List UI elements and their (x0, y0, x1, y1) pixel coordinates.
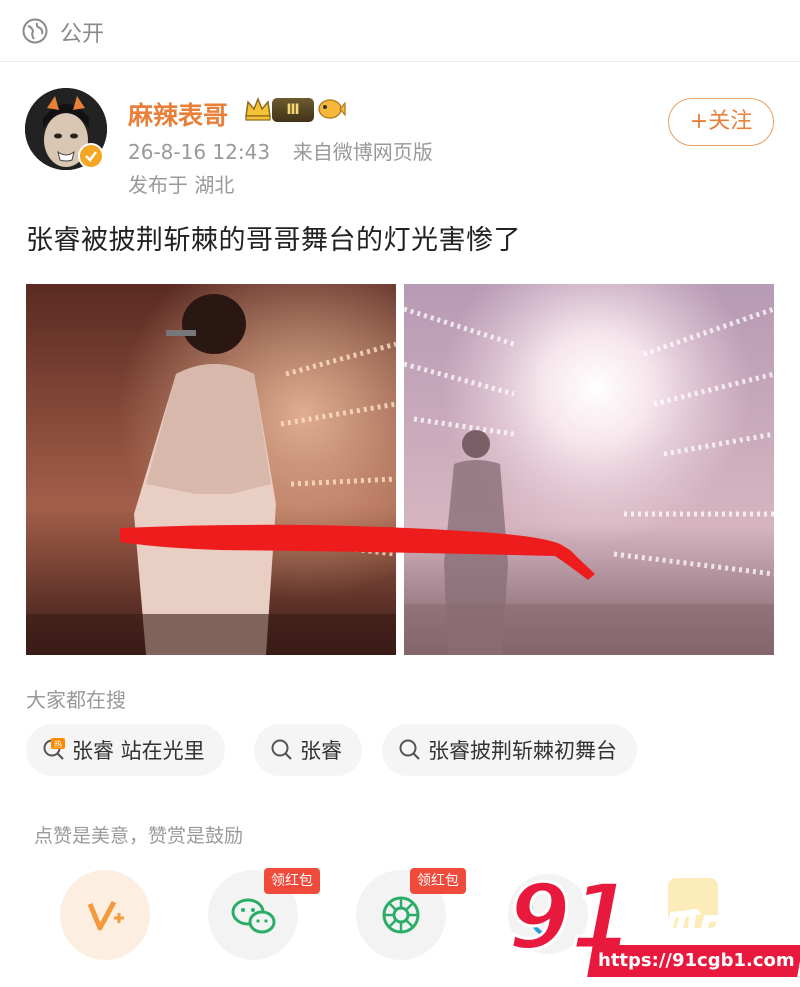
hot-search-icon: 热 (43, 738, 65, 760)
svg-text:热: 热 (54, 739, 62, 749)
weibo-v-reward-button[interactable] (60, 870, 150, 960)
fish-badge-icon (318, 99, 346, 119)
redpack-badge: 领红包 (264, 868, 320, 894)
redaction-mark (120, 524, 595, 580)
redpack-badge: 领红包 (410, 868, 466, 894)
post-location: 发布于 湖北 (128, 173, 235, 197)
reward-prompt: 点赞是美意，赞赏是鼓励 (34, 825, 244, 847)
post-text: 张睿被披荆斩棘的哥哥舞台的灯光害惨了 (26, 225, 521, 256)
post-image-2[interactable] (404, 284, 774, 655)
crown-icon (245, 96, 271, 121)
author-name[interactable]: 麻辣表哥 (128, 96, 228, 132)
post-meta: 26-8-16 12:43 来自微博网页版 (128, 136, 433, 165)
visibility-label: 公开 (60, 22, 105, 47)
follow-button[interactable]: +关注 (668, 98, 774, 146)
hot-search-chip-1[interactable]: 热 张睿 站在光里 (26, 724, 225, 776)
globe-icon (22, 18, 48, 44)
hot-search-chip-2[interactable]: 张睿 (254, 724, 362, 776)
hot-search-label: 张睿 站在光里 (72, 739, 205, 763)
level-badge: Ⅲ (272, 98, 314, 122)
post-source: 来自微博网页版 (292, 140, 433, 164)
hot-search-label: 张睿 (300, 739, 342, 763)
hot-search-chip-3[interactable]: 张睿披荆斩棘初舞台 (382, 724, 637, 776)
watermark-url: https://91cgb1.com (587, 945, 800, 977)
visibility-bar: 公开 (0, 0, 800, 62)
verified-badge-icon (78, 143, 104, 169)
post-timestamp: 26-8-16 12:43 (128, 140, 271, 164)
search-icon (399, 739, 420, 760)
hot-search-title: 大家都在搜 (26, 688, 126, 712)
hot-search-label: 张睿披荆斩棘初舞台 (428, 739, 617, 763)
search-icon (271, 739, 292, 760)
post-image-1[interactable] (26, 284, 396, 655)
v-plus-icon (87, 900, 124, 931)
